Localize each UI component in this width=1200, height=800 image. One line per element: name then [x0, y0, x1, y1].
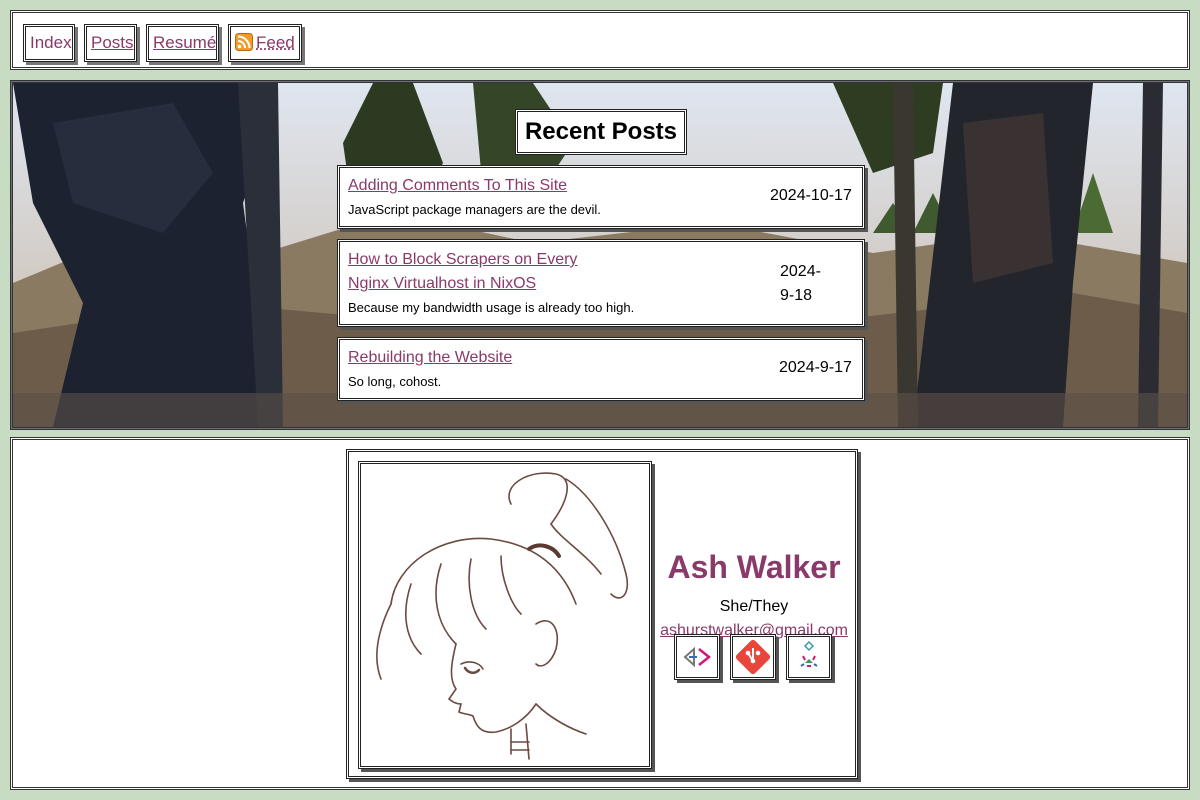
nav-index-link[interactable]: Index	[23, 24, 75, 62]
profile-card: Ash Walker She/They ashurstwalker@gmail.…	[346, 449, 858, 779]
post-date: 2024-9-17	[779, 359, 852, 376]
post-description: Because my bandwidth usage is already to…	[348, 300, 635, 315]
bracket-arrows-icon	[683, 646, 712, 668]
nav-resume-link[interactable]: Resumé	[146, 24, 219, 62]
nav-feed-link[interactable]: Feed	[228, 24, 302, 62]
portrait-drawing	[376, 472, 629, 760]
profile-section: Ash Walker She/They ashurstwalker@gmail.…	[10, 437, 1190, 790]
social-link-button[interactable]	[730, 634, 776, 680]
nav-posts-link[interactable]: Posts	[84, 24, 137, 62]
post-card: How to Block Scrapers on Every Nginx Vir…	[337, 239, 865, 327]
recent-posts-title: Recent Posts	[515, 109, 687, 155]
profile-pronouns: She/They	[719, 598, 789, 615]
post-date: 2024- 9-18	[780, 263, 821, 304]
post-card: Adding Comments To This Site JavaScript …	[337, 165, 865, 229]
git-icon	[735, 639, 771, 675]
post-date: 2024-10-17	[770, 187, 852, 204]
social-link-button[interactable]	[786, 634, 832, 680]
social-link-button[interactable]	[674, 634, 720, 680]
post-title-link[interactable]: How to Block Scrapers on Every Nginx Vir…	[348, 248, 577, 296]
post-description: So long, cohost.	[348, 374, 442, 389]
top-nav: Index Posts Resumé Feed	[10, 10, 1190, 70]
post-title-link[interactable]: Rebuilding the Website	[348, 346, 512, 370]
post-title-link[interactable]: Adding Comments To This Site	[348, 174, 567, 198]
recent-posts-section: Recent Posts Adding Comments To This Sit…	[10, 80, 1190, 430]
post-description: JavaScript package managers are the devi…	[348, 202, 601, 217]
profile-name: Ash Walker	[667, 549, 841, 585]
sparkle-icon	[800, 640, 818, 667]
post-card: Rebuilding the Website So long, cohost. …	[337, 337, 865, 401]
avatar	[358, 461, 652, 769]
rss-feed-icon	[235, 33, 253, 51]
